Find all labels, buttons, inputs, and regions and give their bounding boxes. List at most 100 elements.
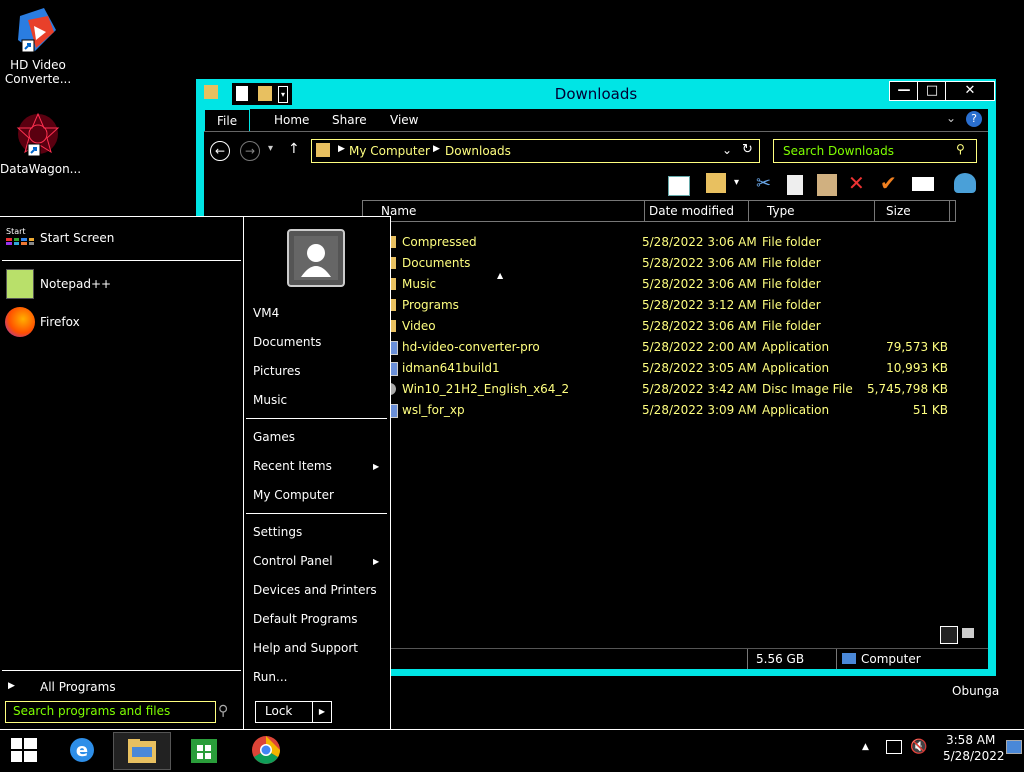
tab-share[interactable]: Share	[320, 109, 379, 131]
file-type: Application	[762, 403, 830, 417]
folder-icon	[316, 143, 330, 157]
computer-icon	[842, 653, 856, 664]
file-size: 5,745,798 KB	[867, 382, 948, 396]
start-search-input[interactable]: Search programs and files	[13, 704, 170, 718]
shell-icon[interactable]	[954, 173, 976, 193]
start-right-item-games[interactable]: Games	[253, 430, 295, 444]
start-right-item-run[interactable]: Run...	[253, 670, 287, 684]
file-date: 5/28/2022 3:09 AM	[642, 403, 757, 417]
start-right-item-help-and-support[interactable]: Help and Support	[253, 641, 358, 655]
file-type: File folder	[762, 277, 821, 291]
paste-icon[interactable]	[817, 174, 837, 196]
file-date: 5/28/2022 2:00 AM	[642, 340, 757, 354]
breadcrumb-separator-icon: ▶	[338, 144, 345, 154]
file-name: Programs	[402, 298, 459, 312]
firefox-icon	[5, 307, 35, 337]
start-button[interactable]	[0, 732, 56, 768]
organize-dropdown-icon[interactable]: ▾	[734, 177, 739, 188]
separator	[2, 260, 241, 261]
volume-muted-icon[interactable]: 🔇	[910, 739, 927, 755]
lock-button[interactable]: Lock	[255, 701, 313, 723]
notepad-plus-plus-item[interactable]: Notepad++	[40, 277, 111, 291]
tab-file[interactable]: File	[204, 109, 251, 132]
close-button[interactable]: ✕	[945, 81, 995, 101]
up-button[interactable]: ↑	[288, 141, 300, 157]
preview-pane-icon[interactable]	[668, 176, 690, 196]
breadcrumb-separator-icon: ▶	[433, 144, 440, 154]
all-programs-arrow-icon: ▶	[8, 681, 15, 691]
start-screen-item[interactable]: Start Screen	[40, 231, 114, 245]
expand-ribbon-icon[interactable]: ⌄	[946, 111, 956, 125]
clock-time[interactable]: 3:58 AM	[946, 733, 995, 747]
cut-icon[interactable]: ✂	[756, 173, 771, 194]
firefox-item[interactable]: Firefox	[40, 315, 80, 329]
start-right-item-my-computer[interactable]: My Computer	[253, 488, 334, 502]
show-desktop-button[interactable]	[1006, 740, 1022, 754]
move-to-icon[interactable]	[706, 173, 726, 193]
search-box[interactable]: Search Downloads ⚲	[773, 139, 977, 163]
copy-icon[interactable]	[787, 175, 803, 195]
maximize-button[interactable]: □	[917, 81, 947, 101]
title-bar[interactable]: ▾ Downloads — □ ✕	[196, 79, 996, 109]
recent-locations-dropdown[interactable]: ▾	[268, 143, 273, 154]
back-button[interactable]: ←	[210, 141, 230, 161]
file-explorer-button[interactable]	[113, 732, 171, 770]
start-right-item-recent-items[interactable]: Recent Items	[253, 459, 332, 473]
show-hidden-icons-button[interactable]: ▲	[862, 742, 869, 752]
start-right-divider	[243, 217, 244, 729]
start-right-item-default-programs[interactable]: Default Programs	[253, 612, 358, 626]
start-search-box[interactable]: Search programs and files	[5, 701, 216, 723]
breadcrumb-downloads[interactable]: Downloads	[445, 144, 511, 158]
network-icon[interactable]	[886, 740, 902, 754]
file-type: Application	[762, 361, 830, 375]
forward-button[interactable]: →	[240, 141, 260, 161]
large-icons-view-icon[interactable]	[962, 628, 974, 638]
store-button[interactable]	[176, 732, 232, 768]
refresh-icon[interactable]: ↻	[742, 142, 753, 157]
all-programs-item[interactable]: All Programs	[40, 680, 116, 694]
start-right-item-devices-and-printers[interactable]: Devices and Printers	[253, 583, 377, 597]
file-date: 5/28/2022 3:06 AM	[642, 256, 757, 270]
clock-date[interactable]: 5/28/2022	[943, 749, 1005, 763]
desktop-icon-datawagon[interactable]: DataWagon...	[0, 110, 82, 176]
tab-home[interactable]: Home	[262, 109, 321, 131]
windows-logo-icon	[11, 738, 37, 762]
delete-icon[interactable]: ✕	[848, 171, 865, 195]
notepad-plus-plus-icon	[6, 269, 34, 299]
chrome-button[interactable]	[238, 732, 294, 768]
start-menu[interactable]: Start Start Screen Notepad++ Firefox ▶ A…	[0, 216, 391, 729]
search-icon[interactable]: ⚲	[218, 703, 228, 719]
start-right-item-music[interactable]: Music	[253, 393, 287, 407]
tab-view[interactable]: View	[378, 109, 430, 131]
address-bar[interactable]: ▶ My Computer ▶ Downloads ⌄ ↻	[311, 139, 760, 163]
start-right-item-control-panel[interactable]: Control Panel	[253, 554, 333, 568]
taskbar: e ▲ 🔇 3:58 AM 5/28/2022	[0, 729, 1024, 770]
minimize-button[interactable]: —	[889, 81, 919, 101]
start-right-item-pictures[interactable]: Pictures	[253, 364, 301, 378]
checkmark-icon[interactable]: ✔	[880, 171, 897, 195]
file-size: 51 KB	[912, 403, 948, 417]
help-icon[interactable]: ?	[966, 111, 982, 127]
search-input[interactable]: Search Downloads	[783, 144, 894, 158]
status-location: Computer	[861, 652, 921, 666]
details-view-icon[interactable]	[940, 626, 958, 644]
recent-items-arrow-icon: ▶	[373, 462, 380, 471]
breadcrumb-my-computer[interactable]: My Computer	[349, 144, 430, 158]
desktop-icon-hd-video-converter[interactable]: HD Video Converte...	[0, 6, 76, 86]
hd-video-converter-icon	[14, 6, 62, 54]
start-right-item-vm4[interactable]: VM4	[253, 306, 279, 320]
file-size: 10,993 KB	[886, 361, 948, 375]
start-right-item-documents[interactable]: Documents	[253, 335, 321, 349]
user-avatar[interactable]	[287, 229, 345, 287]
datawagon-icon	[14, 110, 62, 158]
start-right-item-settings[interactable]: Settings	[253, 525, 302, 539]
search-icon[interactable]: ⚲	[956, 142, 965, 156]
internet-explorer-button[interactable]: e	[54, 732, 110, 768]
lock-options-button[interactable]: ▶	[312, 701, 332, 723]
address-dropdown-icon[interactable]: ⌄	[722, 143, 732, 157]
email-icon[interactable]	[912, 177, 934, 191]
ribbon-divider	[204, 131, 988, 132]
file-date: 5/28/2022 3:06 AM	[642, 319, 757, 333]
desktop-icon-label: DataWagon...	[0, 162, 82, 176]
file-name: Video	[402, 319, 436, 333]
